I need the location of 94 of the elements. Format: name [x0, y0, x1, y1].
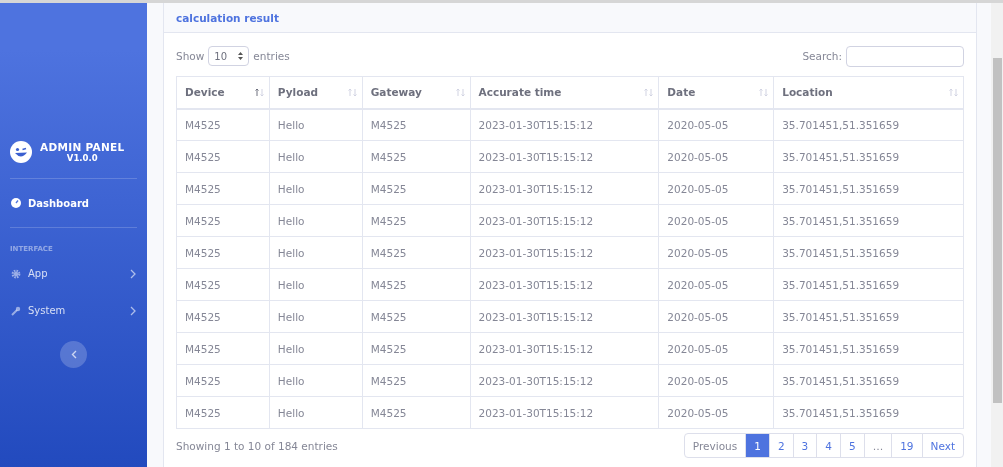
table-cell: Hello — [269, 332, 363, 365]
table-cell: M4525 — [362, 364, 471, 397]
table-cell: Hello — [269, 300, 363, 333]
table-cell: 35.701451,51.351659 — [773, 236, 964, 269]
table-cell: 35.701451,51.351659 — [773, 396, 964, 429]
table-cell: 2020-05-05 — [658, 108, 774, 141]
sidebar-item[interactable]: System — [0, 292, 147, 329]
table-cell: 35.701451,51.351659 — [773, 204, 964, 237]
table-cell: M4525 — [362, 396, 471, 429]
scrollbar[interactable] — [991, 3, 1003, 467]
table-cell: 2023-01-30T15:15:12 — [470, 396, 659, 429]
gear-icon — [11, 268, 21, 279]
table-cell: Hello — [269, 236, 363, 269]
gauge-icon — [11, 198, 21, 208]
table-cell: 2020-05-05 — [658, 332, 774, 365]
table-cell: 2020-05-05 — [658, 204, 774, 237]
table-cell: M4525 — [176, 332, 270, 365]
table-cell: M4525 — [176, 396, 270, 429]
spinner-arrows-icon — [238, 52, 244, 60]
search-label: Search: — [802, 50, 842, 62]
search-field[interactable] — [846, 45, 964, 67]
table-cell: M4525 — [362, 332, 471, 365]
page-button[interactable]: 5 — [839, 433, 865, 458]
table-cell: 35.701451,51.351659 — [773, 140, 964, 173]
table-cell: Hello — [269, 172, 363, 205]
table-cell: Hello — [269, 108, 363, 141]
column-header[interactable]: Location — [773, 76, 964, 109]
table-cell: 35.701451,51.351659 — [773, 108, 964, 141]
table-cell: 2023-01-30T15:15:12 — [470, 268, 659, 301]
table-cell: 35.701451,51.351659 — [773, 268, 964, 301]
table-cell: 2023-01-30T15:15:12 — [470, 332, 659, 365]
page-button[interactable]: 2 — [768, 433, 794, 458]
table-cell: M4525 — [362, 108, 471, 141]
smiley-icon — [10, 141, 32, 163]
table-cell: M4525 — [176, 140, 270, 173]
table-cell: 35.701451,51.351659 — [773, 364, 964, 397]
table-cell: M4525 — [362, 268, 471, 301]
table-cell: 2023-01-30T15:15:12 — [470, 172, 659, 205]
column-header[interactable]: Device — [176, 76, 270, 109]
table-cell: M4525 — [362, 300, 471, 333]
card-title: calculation result — [176, 11, 279, 24]
sidebar-item[interactable]: App — [0, 255, 147, 292]
show-label: Show — [176, 50, 205, 62]
table-cell: Hello — [269, 140, 363, 173]
table-cell: 2020-05-05 — [658, 236, 774, 269]
table-cell: M4525 — [176, 364, 270, 397]
table-cell: 2023-01-30T15:15:12 — [470, 140, 659, 173]
chevron-right-icon — [130, 268, 136, 279]
next-button[interactable]: Next — [921, 433, 964, 458]
wrench-icon — [11, 305, 21, 316]
entries-info: Showing 1 to 10 of 184 entries — [176, 439, 338, 452]
table-cell: 35.701451,51.351659 — [773, 332, 964, 365]
table-cell: 2023-01-30T15:15:12 — [470, 204, 659, 237]
page-button[interactable]: 4 — [816, 433, 841, 458]
table-cell: Hello — [269, 364, 363, 397]
table-cell: 2020-05-05 — [658, 140, 774, 173]
table-cell: Hello — [269, 268, 363, 301]
table-cell: 35.701451,51.351659 — [773, 172, 964, 205]
chevron-right-icon — [130, 305, 136, 316]
column-header[interactable]: Pyload — [269, 76, 363, 109]
table-cell: M4525 — [362, 236, 471, 269]
table-cell: 2020-05-05 — [658, 172, 774, 205]
column-header[interactable]: Gateway — [362, 76, 471, 109]
table-cell: M4525 — [362, 204, 471, 237]
page-button[interactable]: 1 — [745, 433, 770, 458]
brand-version: V1.0.0 — [66, 153, 98, 163]
table-cell: M4525 — [362, 172, 471, 205]
table-cell: 2023-01-30T15:15:12 — [470, 108, 659, 141]
table-cell: M4525 — [176, 172, 270, 205]
table-cell: Hello — [269, 396, 363, 429]
table-cell: M4525 — [176, 300, 270, 333]
table-cell: 2023-01-30T15:15:12 — [470, 364, 659, 397]
table-cell: 2020-05-05 — [658, 268, 774, 301]
table-cell: M4525 — [176, 204, 270, 237]
entries-label: entries — [253, 50, 290, 62]
table-cell: M4525 — [176, 236, 270, 269]
table-cell: 2023-01-30T15:15:12 — [470, 300, 659, 333]
table-cell: 35.701451,51.351659 — [773, 300, 964, 333]
table-cell: M4525 — [176, 268, 270, 301]
chevron-left-icon — [70, 350, 77, 359]
column-header[interactable]: Date — [658, 76, 774, 109]
entries-select[interactable]: 10 — [208, 46, 250, 66]
table-cell: 2020-05-05 — [658, 396, 774, 429]
table-cell: 2023-01-30T15:15:12 — [470, 236, 659, 269]
column-header[interactable]: Accurate time — [470, 76, 659, 109]
table-cell: Hello — [269, 204, 363, 237]
page-button[interactable]: 19 — [891, 433, 923, 458]
table-cell: M4525 — [362, 140, 471, 173]
collapse-sidebar-button[interactable] — [60, 341, 87, 368]
table-cell: 2020-05-05 — [658, 300, 774, 333]
table-cell: M4525 — [176, 108, 270, 141]
brand-title: ADMIN PANEL — [40, 141, 125, 153]
sidebar-item[interactable]: Dashboard — [0, 190, 147, 216]
table-cell: 2020-05-05 — [658, 364, 774, 397]
